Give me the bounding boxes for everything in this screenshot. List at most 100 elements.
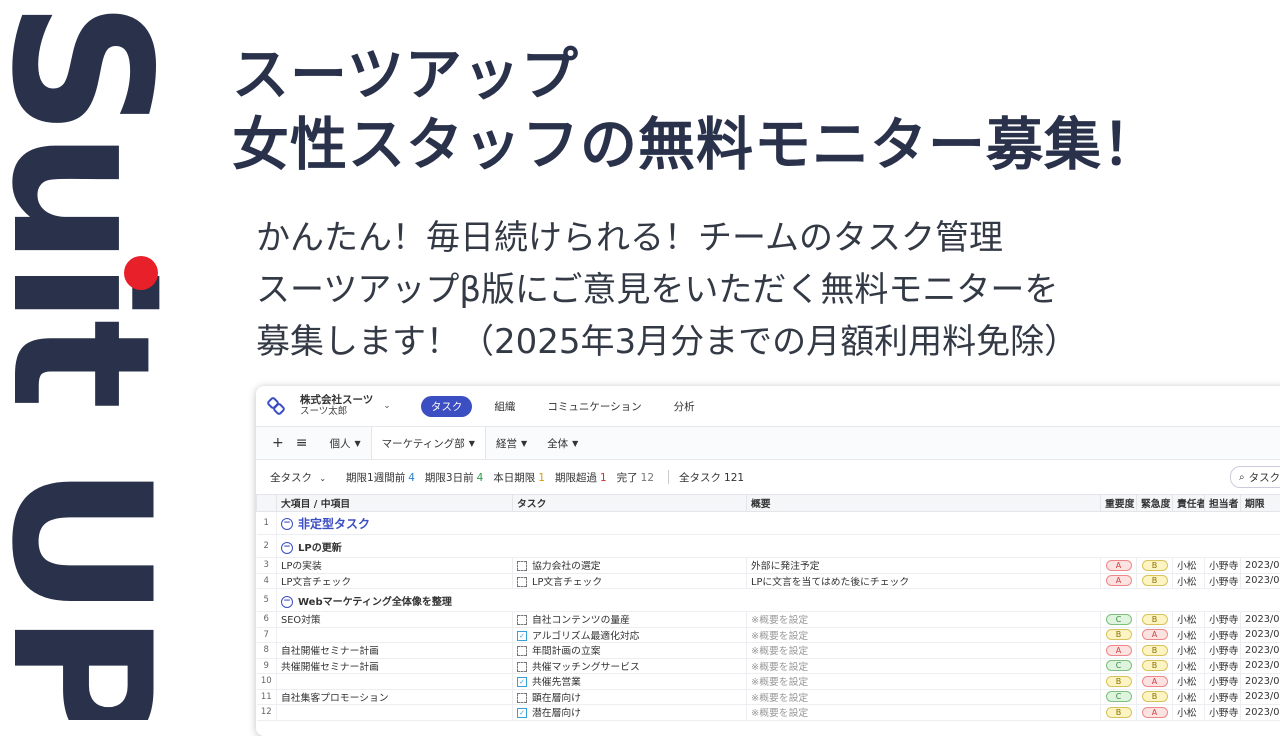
- summary-cell[interactable]: ※概要を設定: [747, 689, 1101, 705]
- nav-tab[interactable]: タスク: [421, 396, 473, 417]
- checked-checkbox-icon[interactable]: ✓: [517, 677, 527, 687]
- col-assignee[interactable]: 担当者: [1205, 495, 1241, 512]
- unchecked-checkbox-icon[interactable]: [517, 662, 527, 672]
- collapse-icon[interactable]: −: [281, 596, 293, 608]
- nav-tab[interactable]: 組織: [484, 396, 525, 417]
- plus-icon[interactable]: +: [272, 435, 284, 451]
- importance-cell[interactable]: C: [1101, 658, 1137, 674]
- assignee-cell[interactable]: 小野寺: [1205, 658, 1241, 674]
- due-cell[interactable]: 2023/03: [1241, 612, 1280, 628]
- deadline-stat[interactable]: 期限超過1: [555, 470, 607, 485]
- group-header[interactable]: −LPの更新: [277, 535, 1280, 558]
- col-importance[interactable]: 重要度: [1101, 495, 1137, 512]
- owner-cell[interactable]: 小松: [1173, 643, 1205, 659]
- owner-cell[interactable]: 小松: [1173, 612, 1205, 628]
- assignee-cell[interactable]: 小野寺: [1205, 643, 1241, 659]
- category-cell[interactable]: [277, 674, 513, 690]
- task-search-input[interactable]: ⌕ タスク: [1230, 466, 1280, 488]
- table-row[interactable]: 10✓共催先営業※概要を設定BA小松小野寺2023/03: [257, 674, 1280, 690]
- importance-cell[interactable]: B: [1101, 705, 1137, 721]
- task-cell[interactable]: ✓潜在層向け: [513, 705, 747, 721]
- category-cell[interactable]: LP文言チェック: [277, 573, 513, 589]
- summary-cell[interactable]: ※概要を設定: [747, 612, 1101, 628]
- importance-cell[interactable]: B: [1101, 674, 1137, 690]
- view-tab[interactable]: 個人▼: [319, 427, 370, 459]
- urgency-cell[interactable]: A: [1137, 705, 1173, 721]
- unchecked-checkbox-icon[interactable]: [517, 693, 527, 703]
- due-cell[interactable]: 2023/03: [1241, 573, 1280, 589]
- deadline-stat[interactable]: 完了12: [617, 470, 654, 485]
- group-header[interactable]: −Webマーケティング全体像を整理: [277, 589, 1280, 612]
- urgency-cell[interactable]: B: [1137, 612, 1173, 628]
- col-task[interactable]: タスク: [513, 495, 747, 512]
- assignee-cell[interactable]: 小野寺: [1205, 674, 1241, 690]
- owner-cell[interactable]: 小松: [1173, 573, 1205, 589]
- table-row[interactable]: 1−非定型タスク: [257, 512, 1280, 535]
- category-cell[interactable]: LPの実装: [277, 558, 513, 574]
- col-due[interactable]: 期限: [1241, 495, 1280, 512]
- urgency-cell[interactable]: B: [1137, 573, 1173, 589]
- category-cell[interactable]: 自社集客プロモーション: [277, 689, 513, 705]
- view-tab[interactable]: マーケティング部▼: [371, 427, 486, 459]
- due-cell[interactable]: 2023/03: [1241, 643, 1280, 659]
- collapse-icon[interactable]: −: [281, 542, 293, 554]
- assignee-cell[interactable]: 小野寺: [1205, 627, 1241, 643]
- nav-tab[interactable]: 分析: [664, 396, 705, 417]
- table-row[interactable]: 8自社開催セミナー計画年間計画の立案※概要を設定AB小松小野寺2023/03: [257, 643, 1280, 659]
- table-row[interactable]: 11自社集客プロモーション顕在層向け※概要を設定CB小松小野寺2023/03: [257, 689, 1280, 705]
- due-cell[interactable]: 2023/03: [1241, 689, 1280, 705]
- summary-cell[interactable]: ※概要を設定: [747, 627, 1101, 643]
- importance-cell[interactable]: A: [1101, 573, 1137, 589]
- table-row[interactable]: 4LP文言チェックLP文言チェックLPに文言を当てはめた後にチェックAB小松小野…: [257, 573, 1280, 589]
- summary-cell[interactable]: ※概要を設定: [747, 705, 1101, 721]
- summary-cell[interactable]: 外部に発注予定: [747, 558, 1101, 574]
- task-cell[interactable]: ✓共催先営業: [513, 674, 747, 690]
- owner-cell[interactable]: 小松: [1173, 674, 1205, 690]
- table-row[interactable]: 6SEO対策自社コンテンツの量産※概要を設定CB小松小野寺2023/03: [257, 612, 1280, 628]
- view-tab[interactable]: 経営▼: [486, 427, 537, 459]
- task-filter-select[interactable]: 全タスク ⌄: [270, 470, 326, 485]
- checked-checkbox-icon[interactable]: ✓: [517, 708, 527, 718]
- importance-cell[interactable]: C: [1101, 689, 1137, 705]
- table-row[interactable]: 9共催開催セミナー計画共催マッチングサービス※概要を設定CB小松小野寺2023/…: [257, 658, 1280, 674]
- task-cell[interactable]: LP文言チェック: [513, 573, 747, 589]
- unchecked-checkbox-icon[interactable]: [517, 577, 527, 587]
- urgency-cell[interactable]: B: [1137, 658, 1173, 674]
- due-cell[interactable]: 2023/03: [1241, 658, 1280, 674]
- due-cell[interactable]: 2023/03: [1241, 705, 1280, 721]
- deadline-stat[interactable]: 期限1週間前4: [346, 470, 415, 485]
- org-switcher[interactable]: 株式会社スーツ スーツ太郎: [300, 394, 373, 418]
- summary-cell[interactable]: ※概要を設定: [747, 643, 1101, 659]
- view-tab[interactable]: 全体▼: [537, 427, 588, 459]
- assignee-cell[interactable]: 小野寺: [1205, 612, 1241, 628]
- col-category[interactable]: 大項目 / 中項目: [277, 495, 513, 512]
- assignee-cell[interactable]: 小野寺: [1205, 558, 1241, 574]
- table-row[interactable]: 3LPの実装協力会社の選定外部に発注予定AB小松小野寺2023/03: [257, 558, 1280, 574]
- importance-cell[interactable]: C: [1101, 612, 1137, 628]
- urgency-cell[interactable]: A: [1137, 627, 1173, 643]
- importance-cell[interactable]: A: [1101, 643, 1137, 659]
- col-owner[interactable]: 責任者: [1173, 495, 1205, 512]
- assignee-cell[interactable]: 小野寺: [1205, 689, 1241, 705]
- owner-cell[interactable]: 小松: [1173, 705, 1205, 721]
- checked-checkbox-icon[interactable]: ✓: [517, 631, 527, 641]
- chevron-down-icon[interactable]: ⌄: [383, 401, 391, 411]
- summary-cell[interactable]: LPに文言を当てはめた後にチェック: [747, 573, 1101, 589]
- importance-cell[interactable]: B: [1101, 627, 1137, 643]
- summary-cell[interactable]: ※概要を設定: [747, 674, 1101, 690]
- table-row[interactable]: 2−LPの更新: [257, 535, 1280, 558]
- category-cell[interactable]: [277, 627, 513, 643]
- col-summary[interactable]: 概要: [747, 495, 1101, 512]
- deadline-stat[interactable]: 本日期限1: [493, 470, 545, 485]
- group-header[interactable]: −非定型タスク: [277, 512, 1280, 535]
- nav-tab[interactable]: コミュニケーション: [537, 396, 651, 417]
- category-cell[interactable]: [277, 705, 513, 721]
- owner-cell[interactable]: 小松: [1173, 627, 1205, 643]
- table-row[interactable]: 7✓アルゴリズム最適化対応※概要を設定BA小松小野寺2023/03: [257, 627, 1280, 643]
- unchecked-checkbox-icon[interactable]: [517, 561, 527, 571]
- owner-cell[interactable]: 小松: [1173, 658, 1205, 674]
- table-row[interactable]: 12✓潜在層向け※概要を設定BA小松小野寺2023/03: [257, 705, 1280, 721]
- urgency-cell[interactable]: A: [1137, 674, 1173, 690]
- category-cell[interactable]: 自社開催セミナー計画: [277, 643, 513, 659]
- deadline-stat[interactable]: 期限3日前4: [425, 470, 483, 485]
